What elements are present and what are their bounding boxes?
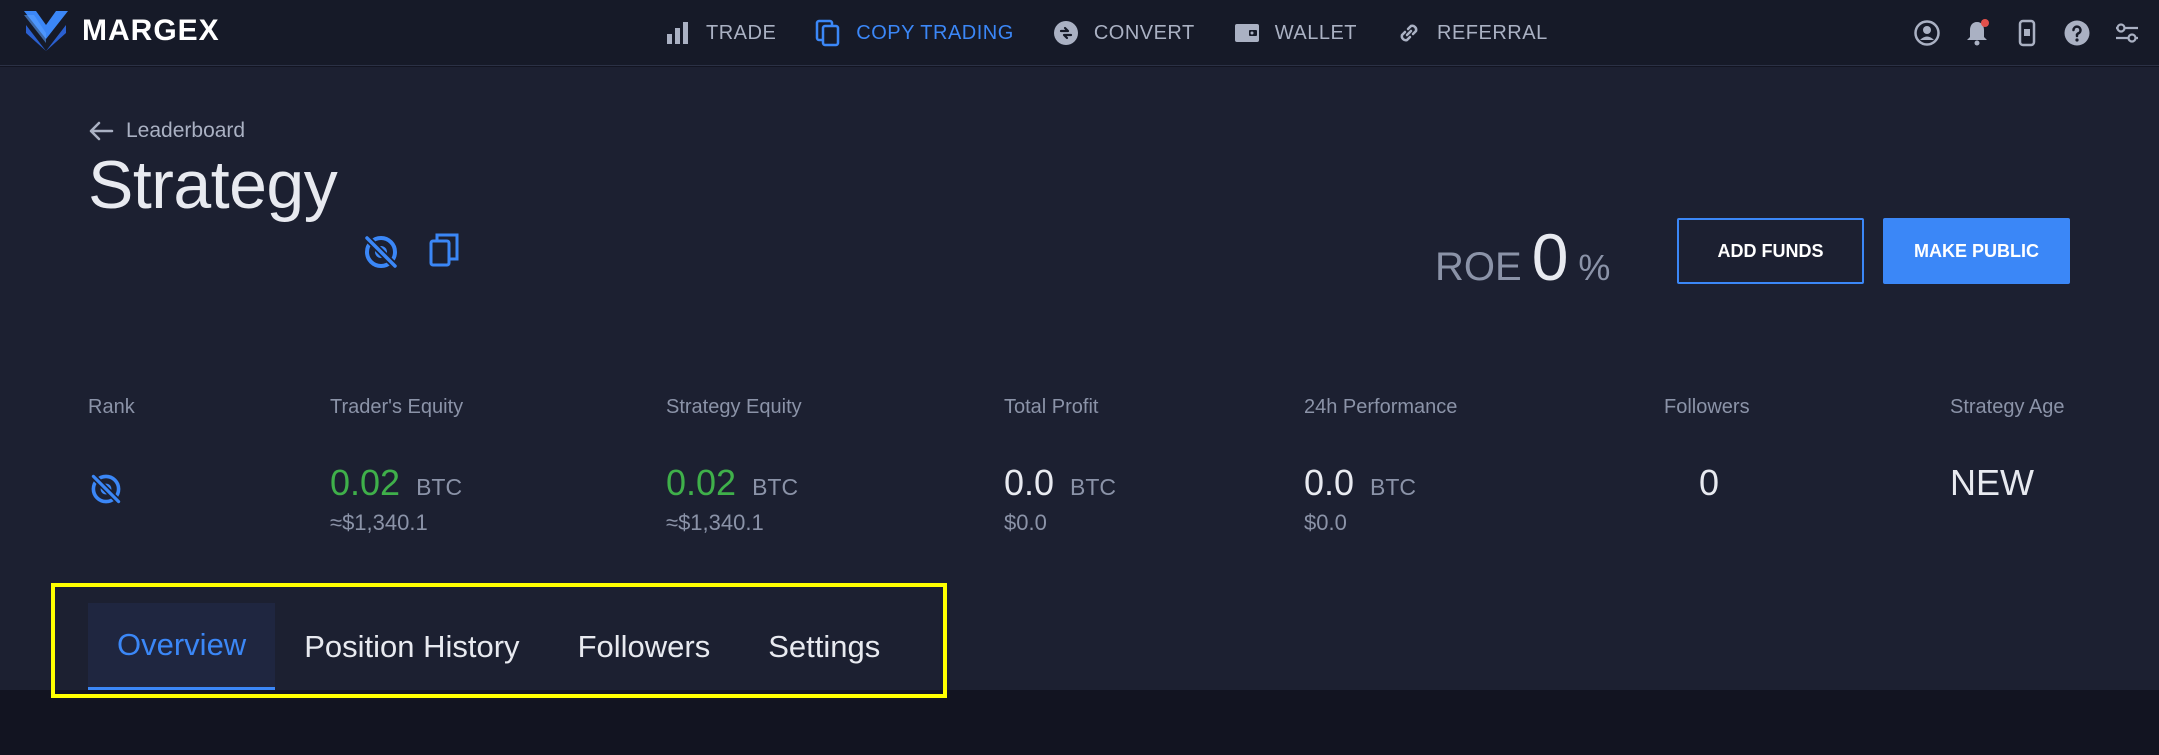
bar-chart-icon	[667, 22, 688, 44]
total-profit-value: 0.0	[1004, 462, 1055, 503]
brand-logo[interactable]: MARGEX	[24, 11, 220, 51]
stat-label-followers: Followers	[1664, 396, 1750, 418]
strategy-age-value: NEW	[1950, 462, 2034, 503]
brand-name: MARGEX	[82, 14, 220, 47]
nav-label-trade: TRADE	[706, 21, 777, 44]
header-actions	[1913, 0, 2141, 66]
stat-label-traders-equity: Trader's Equity	[330, 396, 464, 418]
rank-hidden-icon	[88, 471, 124, 507]
add-funds-button[interactable]: ADD FUNDS	[1677, 218, 1864, 284]
copy-icon	[816, 19, 840, 47]
stat-row-traders-equity: 0.02 BTC	[330, 462, 462, 504]
performance-24h-value: 0.0	[1304, 462, 1355, 503]
strategy-equity-value: 0.02	[666, 462, 737, 503]
nav-item-convert[interactable]: CONVERT	[1052, 19, 1195, 47]
mobile-icon[interactable]	[2013, 19, 2041, 47]
strategy-equity-usd: ≈$1,340.1	[666, 510, 764, 535]
bell-icon[interactable]	[1963, 19, 1991, 47]
link-icon	[1400, 24, 1418, 42]
nav-item-trade[interactable]: TRADE	[664, 19, 776, 47]
stat-traders-equity: Trader's Equity 0.02 BTC ≈$1,340.1	[330, 396, 464, 535]
nav-label-referral: REFERRAL	[1437, 21, 1548, 44]
stat-label-strategy-age: Strategy Age	[1950, 396, 2065, 418]
arrow-left-icon	[89, 121, 114, 141]
traders-equity-value: 0.02	[330, 462, 401, 503]
back-label: Leaderboard	[126, 119, 246, 142]
private-eye-off-icon[interactable]	[361, 232, 401, 272]
stat-row-followers: 0	[1664, 462, 1754, 504]
traders-equity-usd: ≈$1,340.1	[330, 510, 428, 535]
performance-24h-unit: BTC	[1370, 474, 1417, 500]
stat-strategy-equity: Strategy Equity 0.02 BTC ≈$1,340.1	[666, 396, 802, 535]
stat-label-rank: Rank	[88, 396, 135, 418]
convert-icon	[1053, 21, 1078, 45]
stat-strategy-age: Strategy Age NEW	[1950, 396, 2065, 503]
strategy-equity-unit: BTC	[752, 474, 799, 500]
stat-followers: Followers 0	[1664, 396, 1750, 503]
user-icon[interactable]	[1913, 19, 1941, 47]
roe-value: 0	[1531, 220, 1569, 294]
margex-logo-icon	[24, 11, 68, 51]
stat-row-strategy-age: NEW	[1950, 462, 2034, 504]
stat-row-total-profit: 0.0 BTC	[1004, 462, 1116, 504]
stat-total-profit: Total Profit 0.0 BTC $0.0	[1004, 396, 1116, 535]
nav-label-convert: CONVERT	[1093, 21, 1195, 44]
help-icon[interactable]	[2063, 19, 2091, 47]
nav-label-wallet: WALLET	[1274, 21, 1358, 44]
wallet-icon	[1234, 24, 1259, 42]
traders-equity-unit: BTC	[416, 474, 463, 500]
stat-label-total-profit: Total Profit	[1004, 396, 1099, 418]
make-public-button[interactable]: MAKE PUBLIC	[1883, 218, 2070, 284]
page-title: Strategy	[88, 147, 338, 223]
roe-label: ROE	[1435, 245, 1522, 289]
stat-rank: Rank	[88, 396, 135, 419]
top-navigation-bar: MARGEX TRADE COPY TRADING CONVERT WALLET…	[0, 0, 2159, 66]
back-to-leaderboard-link[interactable]: Leaderboard	[88, 119, 245, 143]
copy-strategy-icon[interactable]	[424, 230, 464, 270]
tabs-highlight-box	[51, 583, 947, 698]
stat-24h-performance: 24h Performance 0.0 BTC $0.0	[1304, 396, 1458, 535]
performance-24h-usd: $0.0	[1304, 510, 1347, 535]
nav-label-copy-trading: COPY TRADING	[856, 21, 1014, 44]
followers-value: 0	[1698, 462, 1720, 503]
settings-sliders-icon[interactable]	[2113, 19, 2141, 47]
roe-display: ROE 0 %	[1435, 219, 1610, 295]
roe-unit: %	[1578, 247, 1611, 288]
total-profit-usd: $0.0	[1004, 510, 1047, 535]
total-profit-unit: BTC	[1070, 474, 1117, 500]
nav-item-referral[interactable]: REFERRAL	[1395, 19, 1548, 47]
nav-item-copy-trading[interactable]: COPY TRADING	[814, 19, 1014, 47]
stat-label-strategy-equity: Strategy Equity	[666, 396, 802, 418]
notification-dot	[1981, 19, 1989, 27]
page-bottom-area	[0, 690, 2159, 755]
stat-label-24h-performance: 24h Performance	[1304, 396, 1458, 418]
stat-row-strategy-equity: 0.02 BTC	[666, 462, 798, 504]
nav-item-wallet[interactable]: WALLET	[1233, 19, 1357, 47]
main-nav: TRADE COPY TRADING CONVERT WALLET REFERR…	[664, 0, 1586, 66]
stat-row-24h-performance: 0.0 BTC	[1304, 462, 1416, 504]
